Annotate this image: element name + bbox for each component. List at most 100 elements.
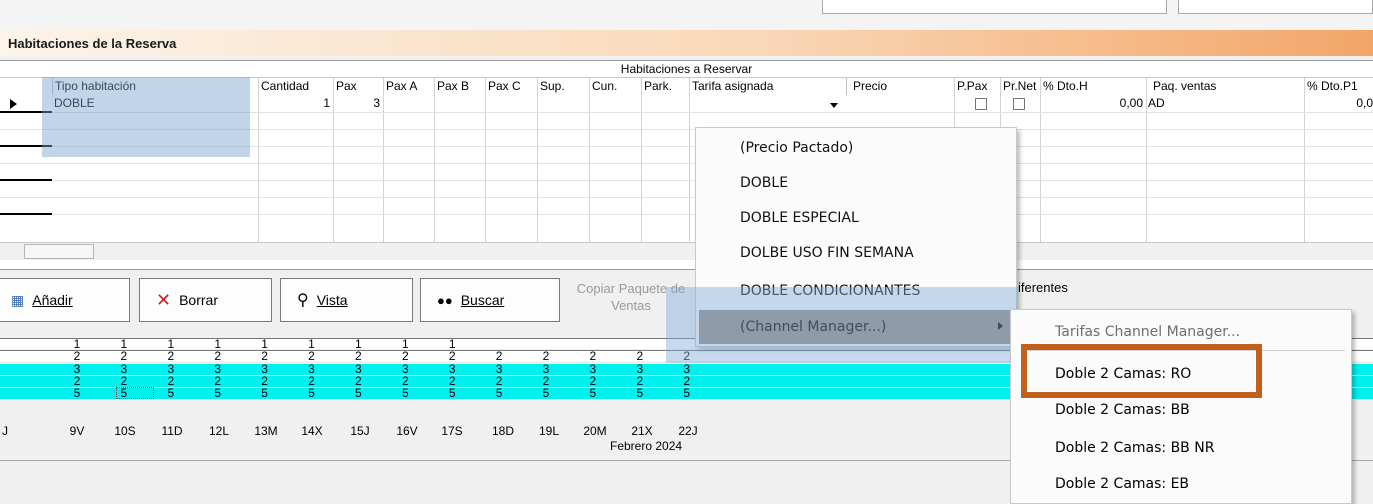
day-label: 21X [631, 424, 653, 438]
buscar-button[interactable]: ●● Buscar [420, 278, 560, 322]
availability-cell[interactable]: 2 [437, 350, 467, 362]
col-pax-a[interactable]: Pax A [383, 78, 434, 95]
col-pr-net[interactable]: Pr.Net [1000, 78, 1040, 95]
col-paq-ventas[interactable]: Paq. ventas [1146, 78, 1304, 95]
col-dto-p1[interactable]: % Dto.P1 [1304, 78, 1373, 95]
vista-button[interactable]: ⚲ Vista [280, 278, 413, 322]
availability-cell[interactable]: 2 [531, 350, 561, 362]
day-label: 22J [678, 424, 698, 438]
day-label: 11D [161, 424, 183, 438]
day-label: 10S [114, 424, 136, 438]
rooms-grid: Habitaciones a Reservar Tipo habitación … [0, 60, 1373, 270]
cell-dto-h[interactable]: 0,00 [1040, 95, 1146, 112]
section-header: Habitaciones de la Reserva [0, 30, 1373, 56]
availability-cell[interactable]: 5 [203, 387, 233, 399]
col-precio[interactable]: Precio [846, 78, 954, 95]
horizontal-scrollbar[interactable] [0, 242, 1373, 260]
top-combo-left[interactable] [822, 0, 1167, 14]
add-rows-icon: ▦ [11, 291, 25, 308]
menu-item-doble-especial[interactable]: DOBLE ESPECIAL [696, 201, 1018, 235]
day-label: 17S [441, 424, 463, 438]
availability-cell[interactable]: 2 [625, 350, 655, 362]
availability-cell[interactable]: 5 [484, 387, 514, 399]
chevron-down-icon [830, 103, 838, 108]
p-pax-checkbox[interactable] [975, 98, 987, 110]
anadir-button[interactable]: ▦ Añadir [0, 278, 130, 322]
availability-cell[interactable]: 5 [250, 387, 280, 399]
availability-cell[interactable]: 5 [390, 387, 420, 399]
availability-cell[interactable]: 2 [156, 350, 186, 362]
vista-label: Vista [316, 292, 348, 308]
availability-cell[interactable]: 2 [203, 350, 233, 362]
pr-net-checkbox[interactable] [1013, 98, 1025, 110]
availability-cell[interactable]: 2 [297, 350, 327, 362]
cell-dto-p1[interactable]: 0,0 [1304, 95, 1373, 112]
col-tarifa-asignada[interactable]: Tarifa asignada [689, 78, 846, 95]
day-label: J [2, 424, 8, 438]
submenu-item-doble-2-camas-eb[interactable]: Doble 2 Camas: EB [1011, 466, 1353, 502]
col-sup[interactable]: Sup. [537, 78, 589, 95]
availability-cell[interactable]: 2 [578, 350, 608, 362]
availability-cell[interactable]: 5 [343, 387, 373, 399]
month-label: Febrero 2024 [610, 439, 683, 453]
col-pax-c[interactable]: Pax C [485, 78, 537, 95]
submenu-item-doble-2-camas-bb-nr[interactable]: Doble 2 Camas: BB NR [1011, 430, 1353, 466]
availability-cell[interactable]: 5 [62, 387, 92, 399]
availability-cell[interactable]: 2 [62, 350, 92, 362]
scrollbar-thumb[interactable] [24, 244, 94, 259]
day-label: 19L [538, 424, 560, 438]
cell-paq-ventas[interactable]: AD [1148, 95, 1298, 112]
diferentes-label: iferentes [1018, 280, 1068, 295]
menu-item-doble[interactable]: DOBLE [696, 166, 1018, 200]
red-x-icon: ✕ [156, 289, 172, 310]
row-indicator-line [0, 179, 52, 181]
top-combo-right[interactable] [1178, 0, 1373, 14]
focused-availability-cell [116, 387, 154, 399]
borrar-button[interactable]: ✕ Borrar [139, 278, 272, 322]
buscar-label: Buscar [460, 292, 505, 308]
grid-hline [0, 214, 1373, 215]
grid-hline [0, 163, 1373, 164]
availability-cell[interactable]: 2 [109, 350, 139, 362]
col-cun[interactable]: Cun. [589, 78, 641, 95]
selection-overlay [42, 77, 250, 157]
availability-cell[interactable]: 2 [390, 350, 420, 362]
highlight-annotation-box [1021, 344, 1262, 398]
day-label: 18D [491, 424, 514, 438]
day-label: 12L [208, 424, 230, 438]
availability-cell[interactable]: 5 [672, 387, 702, 399]
availability-cell[interactable]: 5 [625, 387, 655, 399]
col-cantidad[interactable]: Cantidad [258, 78, 333, 95]
col-pax-b[interactable]: Pax B [434, 78, 485, 95]
magnifier-icon: ⚲ [297, 292, 309, 309]
day-label: 15J [350, 424, 370, 438]
top-strip [0, 0, 1373, 30]
anadir-label: Añadir [32, 292, 73, 308]
cell-cantidad[interactable]: 1 [258, 95, 333, 112]
grid-hline [0, 197, 1373, 198]
availability-cell[interactable]: 5 [578, 387, 608, 399]
col-p-pax[interactable]: P.Pax [954, 78, 1000, 95]
section-title: Habitaciones de la Reserva [8, 36, 177, 51]
menu-item-precio-pactado[interactable]: (Precio Pactado) [696, 131, 1018, 165]
grid-group-header: Habitaciones a Reservar [0, 61, 1373, 78]
binoculars-icon: ●● [437, 292, 453, 308]
menu-item-dolbe-uso-fin-semana[interactable]: DOLBE USO FIN SEMANA [696, 236, 1018, 270]
borrar-label: Borrar [179, 292, 218, 308]
day-label: 9V [69, 424, 85, 438]
availability-cell[interactable]: 5 [437, 387, 467, 399]
col-park[interactable]: Park. [641, 78, 689, 95]
col-dto-h[interactable]: % Dto.H [1040, 78, 1146, 95]
availability-cell[interactable]: 5 [297, 387, 327, 399]
availability-cell[interactable]: 5 [531, 387, 561, 399]
cell-pax[interactable]: 3 [333, 95, 383, 112]
availability-cell[interactable]: 2 [484, 350, 514, 362]
day-label: 13M [254, 424, 278, 438]
availability-cell[interactable]: 2 [250, 350, 280, 362]
current-row-arrow-icon [10, 99, 17, 109]
availability-cell[interactable]: 2 [343, 350, 373, 362]
menu-selection-overlay [666, 287, 1018, 363]
col-pax[interactable]: Pax [333, 78, 383, 95]
availability-cell[interactable]: 5 [156, 387, 186, 399]
tarifa-dropdown-button[interactable] [822, 97, 844, 112]
